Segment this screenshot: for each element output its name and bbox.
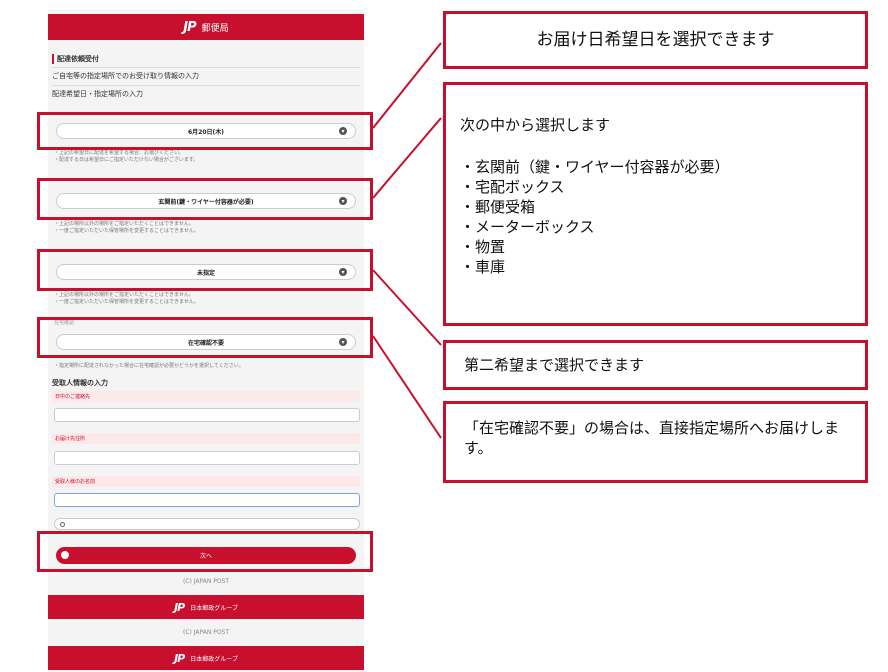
connector-line [372,335,442,439]
callout-confirm: 「在宅確認不要」の場合は、直接指定場所へお届けします。 [443,401,868,483]
connector-line [372,42,442,129]
list-item: ・郵便受箱 [460,198,536,216]
callout-second-choice: 第二希望まで選択できます [443,340,868,390]
callout-place-intro: 次の中から選択します [460,116,611,134]
callout-confirm-text: 「在宅確認不要」の場合は、直接指定場所へお届けします。 [464,419,840,457]
list-item: ・玄関前（鍵・ワイヤー付容器が必要） [460,158,730,176]
place-options-list: ・玄関前（鍵・ワイヤー付容器が必要） ・宅配ボックス ・郵便受箱 ・メーターボッ… [460,157,865,277]
callout-date-text: お届け日希望日を選択できます [536,30,775,50]
list-item: ・宅配ボックス [460,178,565,196]
connector-line [372,117,442,199]
callout-place-options: 次の中から選択します ・玄関前（鍵・ワイヤー付容器が必要） ・宅配ボックス ・郵… [443,82,868,326]
connector-line [372,269,442,346]
callout-second-choice-text: 第二希望まで選択できます [464,356,645,374]
list-item: ・車庫 [460,258,506,276]
list-item: ・メーターボックス [460,218,595,236]
callout-date: お届け日希望日を選択できます [443,11,868,69]
list-item: ・物置 [460,238,506,256]
